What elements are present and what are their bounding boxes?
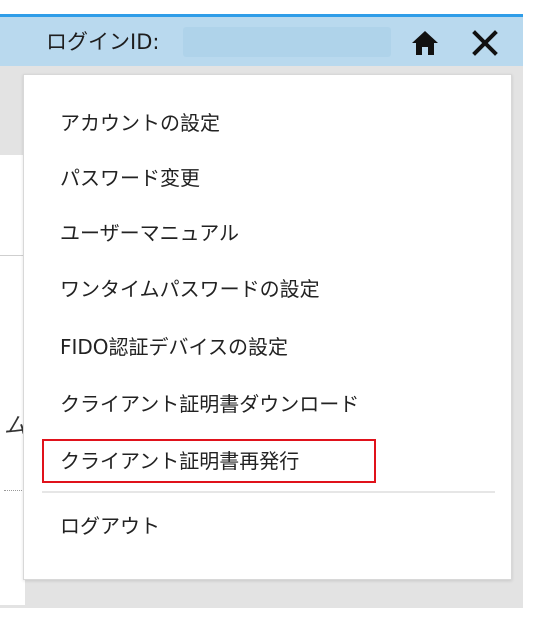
account-menu: アカウントの設定 パスワード変更 ユーザーマニュアル ワンタイムパスワードの設定… <box>23 74 512 580</box>
menu-divider <box>42 491 495 493</box>
menu-item-one-time-password-settings[interactable]: ワンタイムパスワードの設定 <box>60 272 320 306</box>
background-divider <box>0 255 25 256</box>
header-bar: ログインID: <box>0 14 523 66</box>
menu-item-client-cert-reissue[interactable]: クライアント証明書再発行 <box>42 439 376 483</box>
home-icon[interactable] <box>411 30 439 56</box>
login-id-label: ログインID: <box>46 30 160 54</box>
menu-item-account-settings[interactable]: アカウントの設定 <box>60 106 220 140</box>
menu-item-fido-device-settings[interactable]: FIDO認証デバイスの設定 <box>60 330 288 364</box>
background-content-strip <box>0 155 25 605</box>
close-icon[interactable] <box>471 29 499 57</box>
menu-item-logout[interactable]: ログアウト <box>60 509 160 543</box>
menu-item-client-cert-download[interactable]: クライアント証明書ダウンロード <box>60 387 359 421</box>
login-id-value <box>183 27 391 57</box>
background-dotted-line <box>4 490 24 491</box>
menu-item-change-password[interactable]: パスワード変更 <box>60 161 200 195</box>
menu-item-user-manual[interactable]: ユーザーマニュアル <box>60 216 239 250</box>
